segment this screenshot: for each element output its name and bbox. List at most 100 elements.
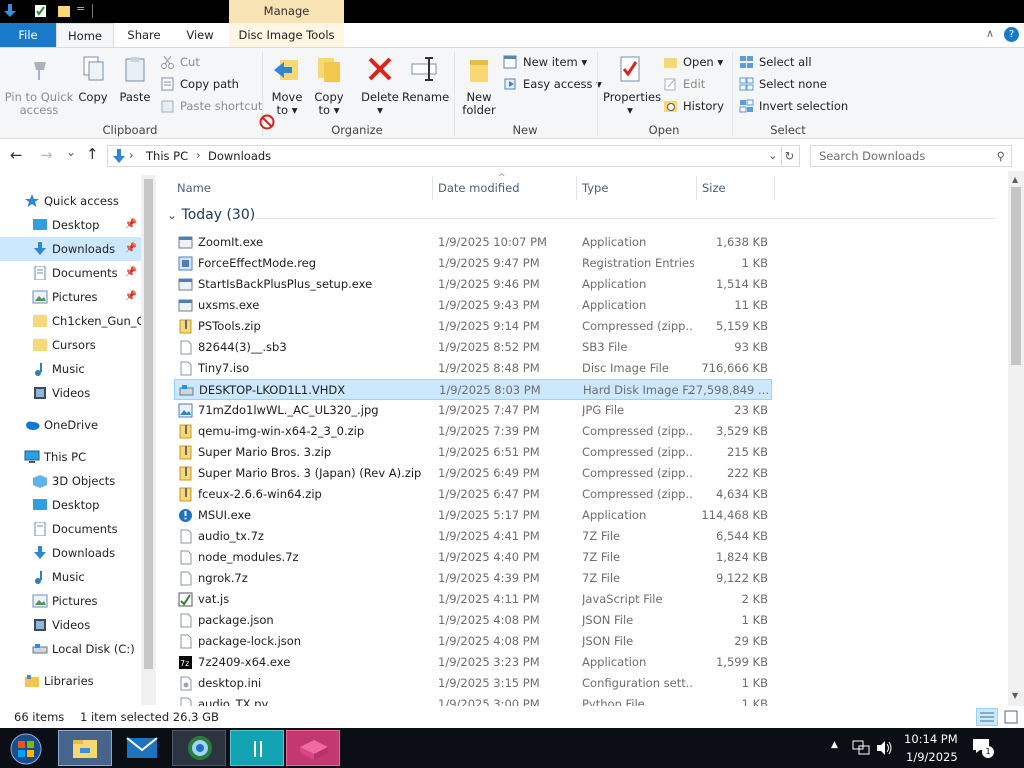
customize-toolbar-icon[interactable]: = — [76, 2, 85, 15]
cut-button[interactable]: Cut — [160, 52, 200, 72]
network-icon[interactable] — [852, 740, 870, 756]
file-row[interactable]: desktop.ini 1/9/2025 3:15 PM Configuration… — [174, 673, 772, 694]
edit-button[interactable]: Edit — [663, 74, 705, 94]
taskbar-browser[interactable] — [172, 730, 226, 766]
file-row[interactable]: DESKTOP-LKOD1L1.VHDX 1/9/2025 8:03 PM Hard… — [174, 379, 772, 400]
nav-pc-local-disk[interactable]: Local Disk (C:) — [0, 637, 141, 661]
select-all-button[interactable]: Select all — [739, 52, 812, 72]
pin-icon[interactable]: 📌 — [125, 237, 137, 261]
rename-button[interactable]: Rename — [402, 54, 449, 104]
nav-item-ch1cken-gun[interactable]: Ch1cken_Gun_C — [0, 309, 141, 333]
nav-pc-desktop[interactable]: Desktop — [0, 493, 141, 517]
copy-button[interactable]: Copy — [76, 54, 110, 104]
delete-button[interactable]: Delete ▾ — [360, 54, 400, 117]
select-none-button[interactable]: Select none — [739, 74, 827, 94]
nav-item-downloads[interactable]: Downloads 📌 — [0, 237, 141, 261]
copy-to-button[interactable]: Copy to ▾ — [310, 54, 348, 117]
scroll-up-icon[interactable]: ▲ — [1012, 175, 1018, 184]
forward-button[interactable]: → — [40, 146, 53, 164]
recent-locations-button[interactable]: ⌄ — [66, 145, 76, 159]
column-header-size[interactable]: Size — [702, 176, 726, 200]
new-folder-button[interactable]: New folder — [460, 54, 498, 117]
file-row[interactable]: uxsms.exe 1/9/2025 9:43 PM Application 11 K… — [174, 295, 772, 316]
refresh-button[interactable]: ↻ — [780, 145, 800, 167]
tab-file[interactable]: File — [0, 23, 56, 47]
pin-to-quick-access-button[interactable]: Pin to Quick access — [4, 54, 74, 117]
clock-time[interactable]: 10:14 PM — [904, 732, 958, 746]
paste-button[interactable]: Paste — [117, 54, 153, 104]
nav-this-pc[interactable]: This PC — [0, 445, 141, 469]
file-row[interactable]: node_modules.7z 1/9/2025 4:40 PM 7Z File 1,… — [174, 547, 772, 568]
file-row[interactable]: audio_TX.py 1/9/2025 3:00 PM Python File 1 … — [174, 694, 772, 706]
taskbar-file-explorer[interactable] — [58, 730, 112, 766]
file-row[interactable]: MSUI.exe 1/9/2025 5:17 PM Application 114,4… — [174, 505, 772, 526]
vertical-scrollbar[interactable]: ▲ ▼ — [1008, 171, 1024, 706]
open-button[interactable]: Open ▾ — [663, 52, 723, 72]
new-item-button[interactable]: New item ▾ — [503, 52, 587, 72]
tab-view[interactable]: View — [172, 23, 228, 47]
notifications-button[interactable]: 1 — [972, 736, 994, 758]
tab-share[interactable]: Share — [116, 23, 172, 47]
file-row[interactable]: ngrok.7z 1/9/2025 4:39 PM 7Z File 9,122 KB — [174, 568, 772, 589]
file-row[interactable]: 7z 7z2409-x64.exe 1/9/2025 3:23 PM Applicat… — [174, 652, 772, 673]
volume-icon[interactable] — [876, 740, 894, 756]
file-row[interactable]: package.json 1/9/2025 4:08 PM JSON File 1 K… — [174, 610, 772, 631]
back-button[interactable]: ← — [10, 146, 23, 164]
file-row[interactable]: Super Mario Bros. 3 (Japan) (Rev A).zip 1… — [174, 463, 772, 484]
address-bar[interactable]: › This PC › Downloads ⌄ — [107, 145, 782, 167]
file-row[interactable]: vat.js 1/9/2025 4:11 PM JavaScript File 2 K… — [174, 589, 772, 610]
file-row[interactable]: package-lock.json 1/9/2025 4:08 PM JSON Fi… — [174, 631, 772, 652]
tab-disc-image-tools[interactable]: Disc Image Tools — [229, 23, 344, 47]
nav-pc-3d-objects[interactable]: 3D Objects — [0, 469, 141, 493]
taskbar-mail[interactable] — [116, 730, 170, 766]
nav-quick-access[interactable]: Quick access — [0, 189, 141, 213]
nav-pc-videos[interactable]: Videos — [0, 613, 141, 637]
crumb-this-pc[interactable]: This PC — [146, 149, 188, 163]
column-divider[interactable] — [696, 176, 697, 200]
scrollbar-thumb[interactable] — [1011, 187, 1021, 365]
file-row[interactable]: ZoomIt.exe 1/9/2025 10:07 PM Application 1,… — [174, 232, 772, 253]
nav-onedrive[interactable]: OneDrive — [0, 413, 141, 437]
file-row[interactable]: 82644(3)__.sb3 1/9/2025 8:52 PM SB3 File 93… — [174, 337, 772, 358]
nav-scrollbar-thumb[interactable] — [144, 179, 153, 669]
column-divider[interactable] — [774, 176, 775, 200]
taskbar-app-teal[interactable] — [230, 730, 284, 766]
nav-libraries[interactable]: Libraries — [0, 669, 141, 693]
group-header-today[interactable]: ⌄ Today (30) — [167, 207, 255, 223]
column-header-type[interactable]: Type — [582, 176, 608, 200]
tab-home[interactable]: Home — [56, 23, 114, 47]
invert-selection-button[interactable]: Invert selection — [739, 96, 848, 116]
nav-item-videos[interactable]: Videos — [0, 381, 141, 405]
file-row[interactable]: PSTools.zip 1/9/2025 9:14 PM Compressed (z… — [174, 316, 772, 337]
address-dropdown-button[interactable]: ⌄ — [768, 148, 778, 162]
nav-item-music[interactable]: Music — [0, 357, 141, 381]
copy-path-button[interactable]: Copy path — [160, 74, 239, 94]
nav-item-desktop[interactable]: Desktop 📌 — [0, 213, 141, 237]
column-divider[interactable] — [576, 176, 577, 200]
file-row[interactable]: fceux-2.6.6-win64.zip 1/9/2025 6:47 PM Com… — [174, 484, 772, 505]
crumb-downloads[interactable]: Downloads — [208, 149, 271, 163]
collapse-ribbon-icon[interactable]: ∧ — [986, 27, 994, 40]
nav-pc-downloads[interactable]: Downloads — [0, 541, 141, 565]
properties-button[interactable]: Properties ▾ — [603, 54, 661, 117]
column-header-date[interactable]: Date modified — [438, 176, 520, 200]
file-row[interactable]: 71mZdo1lwWL._AC_UL320_.jpg 1/9/2025 7:47 … — [174, 400, 772, 421]
history-button[interactable]: History — [663, 96, 724, 116]
search-input[interactable]: Search Downloads ⚲ — [810, 145, 1012, 167]
file-row[interactable]: StartIsBackPlusPlus_setup.exe 1/9/2025 9:… — [174, 274, 772, 295]
clock-date[interactable]: 1/9/2025 — [906, 750, 958, 764]
new-folder-icon[interactable] — [57, 4, 71, 18]
properties-icon[interactable] — [34, 4, 48, 18]
pin-icon[interactable]: 📌 — [125, 213, 137, 237]
large-icons-view-button[interactable] — [1000, 708, 1022, 726]
column-divider[interactable] — [432, 176, 433, 200]
column-header-name[interactable]: Name — [177, 176, 211, 200]
nav-scrollbar[interactable] — [141, 175, 156, 705]
paste-shortcut-button[interactable]: Paste shortcut — [160, 96, 262, 116]
file-row[interactable]: Super Mario Bros. 3.zip 1/9/2025 6:51 PM C… — [174, 442, 772, 463]
easy-access-button[interactable]: Easy access ▾ — [503, 74, 602, 94]
file-row[interactable]: Tiny7.iso 1/9/2025 8:48 PM Disc Image File… — [174, 358, 772, 379]
nav-item-cursors[interactable]: Cursors — [0, 333, 141, 357]
show-hidden-icons-button[interactable]: ▲ — [831, 740, 838, 750]
up-button[interactable]: ↑ — [86, 145, 99, 163]
